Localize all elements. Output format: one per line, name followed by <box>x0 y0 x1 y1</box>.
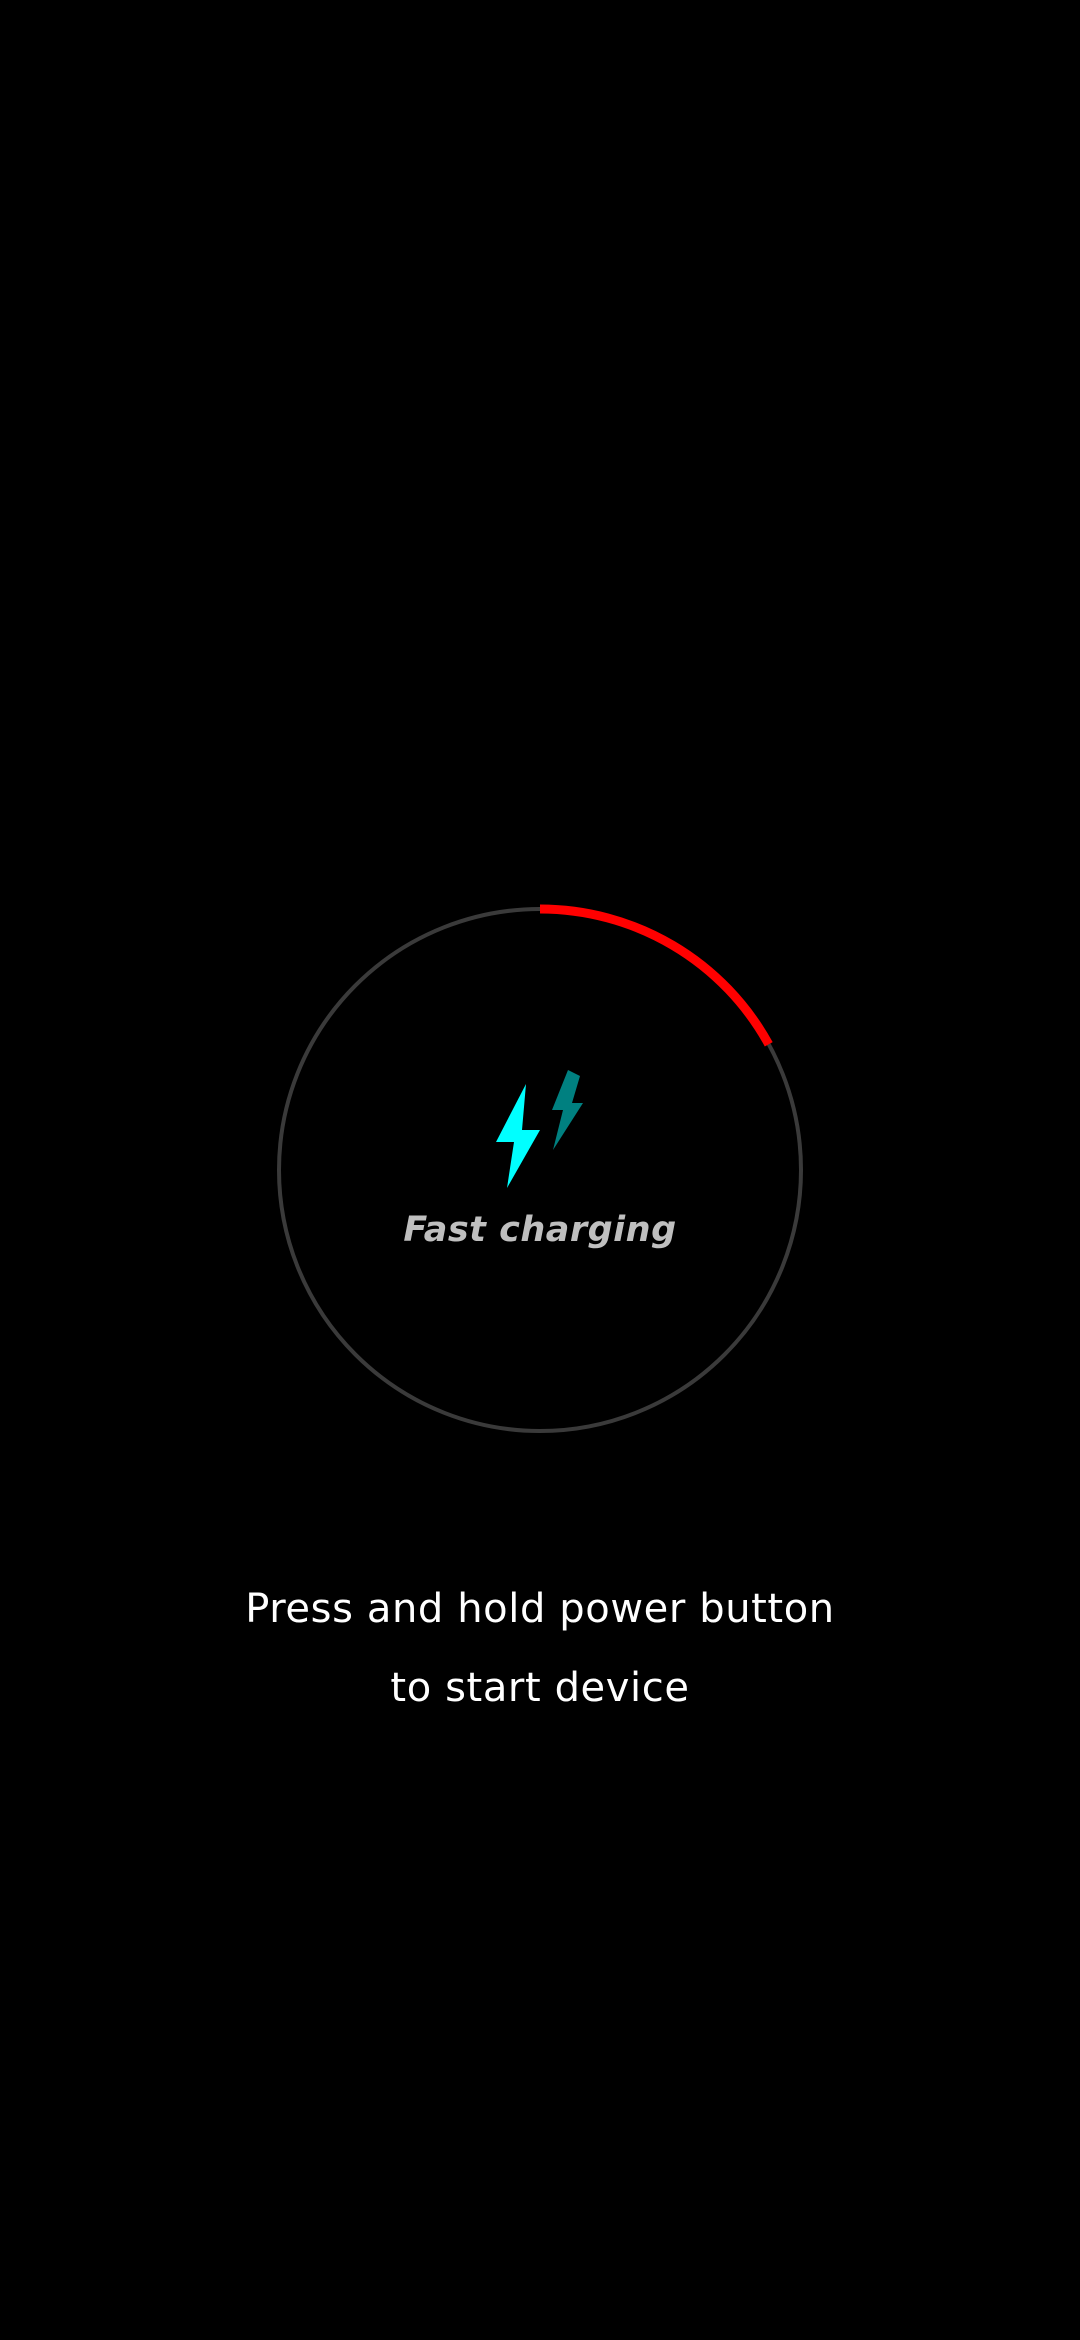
charging-status-label: Fast charging <box>403 1210 677 1250</box>
primary-bolt-icon <box>496 1084 540 1188</box>
power-hint-line-2: to start device <box>390 1665 690 1711</box>
secondary-bolt-icon <box>552 1070 583 1150</box>
power-hint-text: Press and hold power button to start dev… <box>90 1570 990 1728</box>
fast-charging-bolt-icon <box>492 1070 584 1190</box>
power-hint-line-1: Press and hold power button <box>245 1586 835 1632</box>
